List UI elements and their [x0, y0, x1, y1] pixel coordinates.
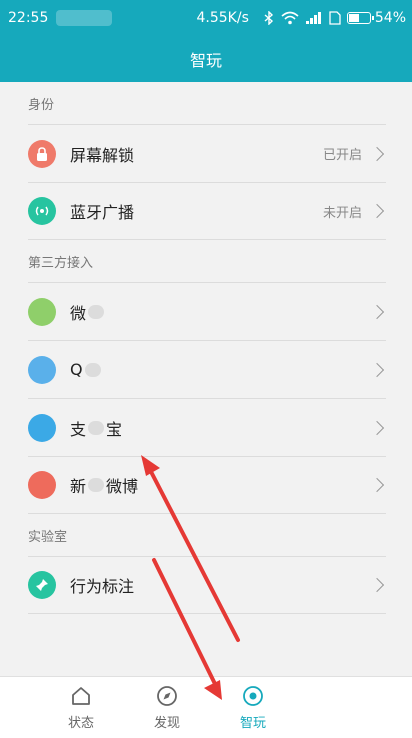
row-label: 支宝 — [70, 419, 123, 439]
tab-label: 状态 — [67, 716, 94, 731]
row-wechat[interactable]: 微 — [28, 282, 386, 340]
title-bar: 智玩 — [0, 36, 412, 82]
notification-icon — [56, 10, 113, 26]
home-icon — [70, 685, 92, 707]
wifi-icon — [281, 11, 299, 25]
section-header-lab: 实验室 — [28, 529, 68, 545]
row-alipay[interactable]: 支宝 — [28, 398, 386, 456]
section-header-identity: 身份 — [28, 97, 55, 113]
alipay-icon — [28, 413, 56, 442]
page-title: 智玩 — [189, 51, 222, 70]
tab-smart[interactable]: 智玩 — [210, 677, 296, 738]
network-speed: 4.55K/s — [196, 10, 249, 26]
chevron-right-icon — [369, 577, 385, 593]
row-qq[interactable]: Q — [28, 340, 386, 398]
battery-percent: 54% — [374, 10, 406, 26]
status-text: 未开启 — [322, 205, 362, 221]
weibo-icon — [28, 471, 56, 499]
tab-status[interactable]: 状态 — [38, 677, 124, 738]
settings-list: 身份 屏幕解锁 已开启 蓝牙广播 未开启 第三方接入 微 Q 支宝 新 微博 实… — [0, 82, 412, 676]
tab-label: 智玩 — [239, 716, 266, 731]
status-bar: 22:55 4.55K/s 54% — [0, 0, 412, 36]
qq-icon — [28, 355, 56, 384]
chevron-right-icon — [369, 477, 385, 493]
battery-fill — [348, 14, 359, 22]
broadcast-icon — [28, 197, 56, 225]
tab-label: 发现 — [153, 716, 180, 731]
sim-icon — [329, 11, 341, 25]
row-label: 行为标注 — [70, 577, 135, 596]
bluetooth-icon — [263, 11, 275, 25]
row-label: 屏幕解锁 — [70, 145, 135, 165]
row-bluetooth-broadcast[interactable]: 蓝牙广播 未开启 — [28, 182, 386, 240]
blurred-text — [84, 362, 101, 377]
row-screen-unlock[interactable]: 屏幕解锁 已开启 — [28, 124, 386, 182]
row-weibo[interactable]: 新微博 — [28, 456, 386, 514]
blurred-text — [88, 478, 105, 492]
row-behavior-tagging[interactable]: 行为标注 — [28, 556, 386, 614]
bottom-tab-bar: 状态 发现 智玩 — [0, 676, 412, 738]
chevron-right-icon — [369, 146, 385, 161]
row-label: 蓝牙广播 — [70, 203, 135, 222]
row-label: 新微博 — [70, 477, 139, 496]
pin-icon — [28, 571, 56, 599]
compass-icon — [156, 685, 178, 707]
section-header-third-party: 第三方接入 — [28, 255, 94, 271]
lock-icon — [28, 139, 56, 168]
wechat-icon — [28, 297, 56, 326]
battery-icon — [346, 12, 374, 24]
chevron-right-icon — [369, 420, 385, 435]
blurred-text — [88, 304, 105, 319]
tab-discover[interactable]: 发现 — [124, 677, 210, 738]
chevron-right-icon — [369, 304, 385, 319]
row-label: Q — [70, 360, 103, 379]
status-time: 22:55 — [8, 10, 49, 26]
chevron-right-icon — [369, 362, 385, 377]
signal-icon — [305, 12, 323, 24]
chevron-right-icon — [369, 203, 385, 219]
row-label: 微 — [70, 300, 106, 324]
blurred-text — [88, 420, 105, 435]
target-icon — [242, 685, 264, 707]
status-text: 已开启 — [322, 148, 362, 163]
